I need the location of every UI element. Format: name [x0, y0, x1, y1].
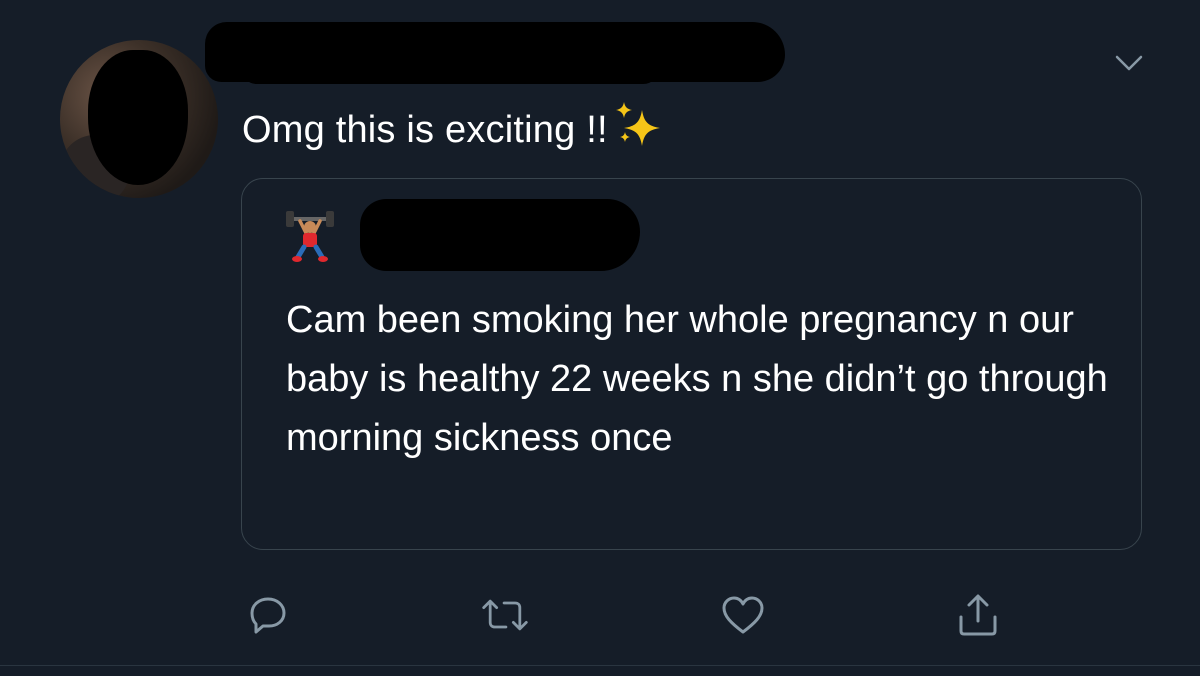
tweet-card[interactable]: Omg this is exciting !! Cam been smoking…	[0, 0, 1200, 676]
person-lifting-weights-icon	[286, 211, 334, 262]
share-button[interactable]	[953, 590, 1003, 640]
retweet-icon	[482, 599, 528, 631]
chevron-down-icon[interactable]	[1114, 52, 1144, 74]
author-handle-redaction	[240, 50, 660, 84]
quoted-tweet[interactable]: Cam been smoking her whole pregnancy n o…	[241, 178, 1142, 550]
avatar-redaction	[88, 50, 188, 185]
heart-icon	[722, 596, 764, 634]
quoted-author-redaction	[360, 199, 640, 271]
tweet-actions	[0, 590, 1200, 640]
divider	[0, 665, 1200, 666]
tweet-text-content: Omg this is exciting !!	[242, 109, 608, 151]
retweet-button[interactable]	[480, 590, 530, 640]
reply-icon	[250, 597, 286, 634]
reply-button[interactable]	[243, 590, 293, 640]
like-button[interactable]	[718, 590, 768, 640]
share-icon	[959, 594, 997, 636]
sparkles-icon	[615, 102, 660, 146]
avatar[interactable]	[60, 40, 218, 198]
quoted-tweet-text: Cam been smoking her whole pregnancy n o…	[286, 299, 1108, 459]
tweet-text: Omg this is exciting !!	[242, 100, 668, 152]
